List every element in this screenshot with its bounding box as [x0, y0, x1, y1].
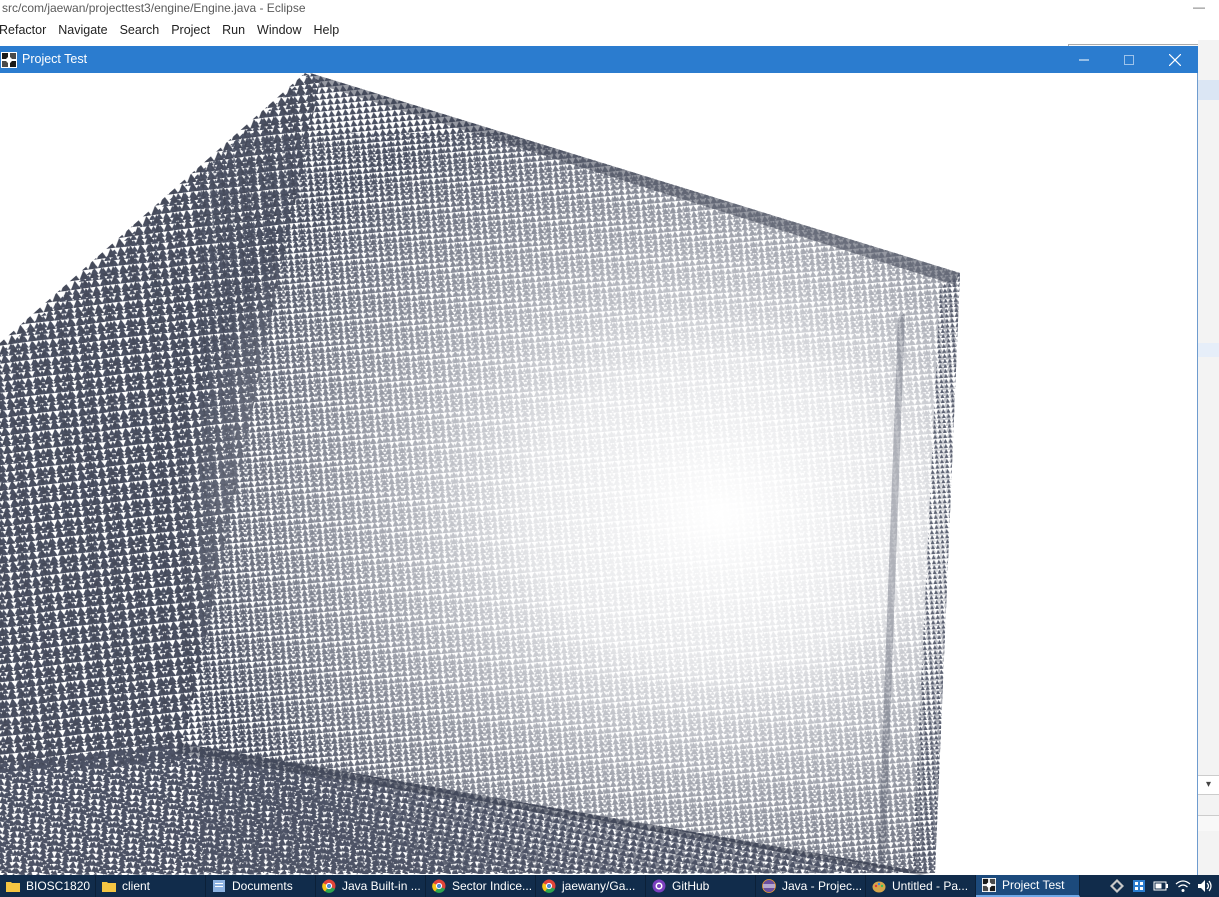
chrome-icon	[322, 879, 336, 893]
system-tray	[1109, 875, 1219, 897]
folder-icon	[6, 882, 20, 892]
menu-navigate[interactable]: Navigate	[58, 20, 113, 40]
taskbar-item-java-built-in[interactable]: Java Built-in ...	[316, 875, 426, 897]
cube-grid-render	[0, 73, 960, 875]
battery-icon[interactable]	[1153, 879, 1169, 893]
eclipse-panel-selection	[1198, 343, 1219, 357]
menu-project[interactable]: Project	[171, 20, 216, 40]
windows-taskbar: BIOSC1820 client Documents Java Built-in…	[0, 875, 1219, 897]
taskbar-item-project-test[interactable]: Project Test	[976, 875, 1080, 897]
eclipse-panel-highlight	[1198, 80, 1219, 100]
taskbar-item-untitled-paint[interactable]: Untitled - Pa...	[866, 875, 976, 897]
document-icon	[213, 880, 225, 892]
eclipse-side-panel: ▾	[1198, 40, 1219, 875]
taskbar-item-documents[interactable]: Documents	[206, 875, 316, 897]
render-canvas[interactable]	[0, 73, 1198, 875]
paint-icon	[872, 881, 886, 893]
volume-icon[interactable]	[1197, 879, 1213, 893]
eclipse-icon	[762, 879, 776, 893]
window-title: Project Test	[22, 52, 88, 66]
eclipse-window-title: src/com/jaewan/projecttest3/engine/Engin…	[0, 0, 1219, 18]
taskbar-item-github[interactable]: GitHub	[646, 875, 756, 897]
menu-run[interactable]: Run	[222, 20, 251, 40]
taskbar-item-client[interactable]: client	[96, 875, 206, 897]
menu-help[interactable]: Help	[314, 20, 346, 40]
diamond-icon[interactable]	[1109, 879, 1125, 893]
folder-icon	[102, 882, 116, 892]
menu-window[interactable]: Window	[257, 20, 307, 40]
window-titlebar[interactable]: Project Test	[0, 46, 1198, 73]
eclipse-panel-footer	[1198, 815, 1219, 831]
maximize-icon	[1124, 54, 1134, 65]
eclipse-panel-toolbar[interactable]: ▾	[1198, 775, 1219, 795]
taskbar-item-jaewany-ga[interactable]: jaewany/Ga...	[536, 875, 646, 897]
taskbar-item-biosc1820[interactable]: BIOSC1820	[0, 875, 96, 897]
chrome-icon	[542, 879, 556, 893]
wifi-icon[interactable]	[1175, 879, 1191, 893]
chrome-icon	[432, 879, 446, 893]
store-icon[interactable]	[1131, 879, 1147, 893]
menu-refactor[interactable]: Refactor	[0, 20, 52, 40]
github-desktop-icon	[652, 879, 666, 893]
eclipse-menubar: Refactor Navigate Search Project Run Win…	[0, 20, 351, 40]
taskbar-item-sector-indices[interactable]: Sector Indice...	[426, 875, 536, 897]
taskbar-item-java-project[interactable]: Java - Projec...	[756, 875, 866, 897]
minimize-icon	[1079, 59, 1089, 60]
java-app-icon	[1, 52, 17, 68]
close-button[interactable]	[1152, 46, 1198, 73]
minimize-button[interactable]	[1061, 46, 1107, 73]
menu-search[interactable]: Search	[120, 20, 166, 40]
maximize-button[interactable]	[1106, 46, 1152, 73]
java-app-icon	[982, 878, 996, 892]
close-icon	[1169, 53, 1181, 66]
project-test-window: Project Test	[0, 46, 1198, 875]
eclipse-minimize-button[interactable]: —	[1193, 0, 1205, 14]
